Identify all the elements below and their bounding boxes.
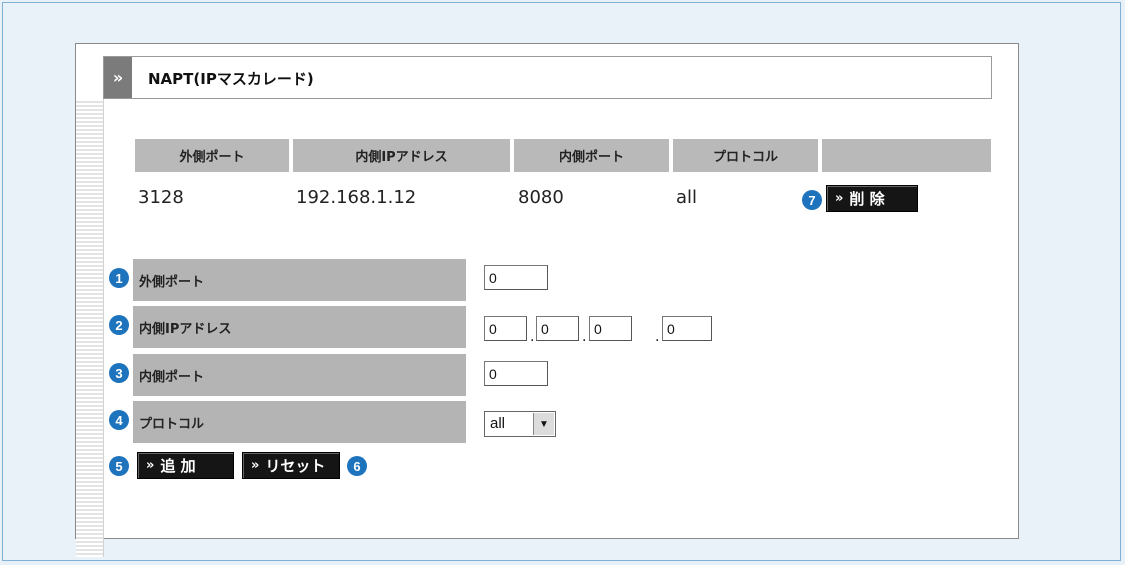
row-internal-port: 8080 [518, 187, 564, 208]
label-internal-port: 内側ポート [133, 354, 466, 396]
internal-ip-octet-4[interactable] [662, 316, 712, 341]
reset-button[interactable]: » リセット [242, 452, 340, 479]
page-title: NAPT(IPマスカレード) [148, 70, 314, 88]
add-button-label: 追 加 [160, 457, 196, 475]
callout-badge-3: 3 [109, 363, 129, 383]
ip-separator: . [655, 329, 660, 345]
callout-badge-4: 4 [109, 410, 129, 430]
label-protocol: プロトコル [133, 401, 466, 443]
internal-port-input[interactable] [484, 361, 548, 386]
header-protocol: プロトコル [673, 139, 818, 172]
callout-badge-5: 5 [109, 456, 129, 476]
header-external-port: 外側ポート [135, 139, 289, 172]
dropdown-arrow-icon[interactable]: ▼ [533, 413, 554, 435]
title-bar: » NAPT(IPマスカレード) [103, 56, 992, 99]
header-action [822, 139, 991, 172]
row-external-port: 3128 [138, 187, 184, 208]
callout-badge-2: 2 [109, 315, 129, 335]
label-external-port: 外側ポート [133, 259, 466, 301]
internal-ip-octet-2[interactable] [536, 316, 579, 341]
protocol-select[interactable]: all ▼ [484, 411, 556, 437]
protocol-selected-value: all [490, 415, 506, 432]
delete-button-label: 削 除 [849, 190, 885, 208]
chevron-icon: » [146, 458, 155, 473]
row-internal-ip: 192.168.1.12 [296, 187, 417, 208]
callout-badge-6: 6 [347, 456, 367, 476]
chevron-icon: » [835, 191, 844, 206]
external-port-input[interactable] [484, 265, 548, 290]
add-button[interactable]: » 追 加 [137, 452, 234, 479]
reset-button-label: リセット [265, 457, 326, 475]
title-chevron-icon: » [104, 57, 132, 98]
ip-separator: . [530, 329, 535, 345]
internal-ip-octet-3[interactable] [589, 316, 632, 341]
callout-badge-1: 1 [109, 268, 129, 288]
delete-button[interactable]: » 削 除 [826, 185, 918, 212]
callout-badge-7: 7 [802, 190, 822, 210]
header-internal-port: 内側ポート [514, 139, 669, 172]
label-internal-ip: 内側IPアドレス [133, 306, 466, 348]
internal-ip-octet-1[interactable] [484, 316, 527, 341]
chevron-icon: » [251, 458, 260, 473]
ip-separator: . [582, 329, 587, 345]
decorative-stripe [76, 99, 104, 557]
row-protocol: all [676, 187, 698, 208]
header-internal-ip: 内側IPアドレス [293, 139, 510, 172]
